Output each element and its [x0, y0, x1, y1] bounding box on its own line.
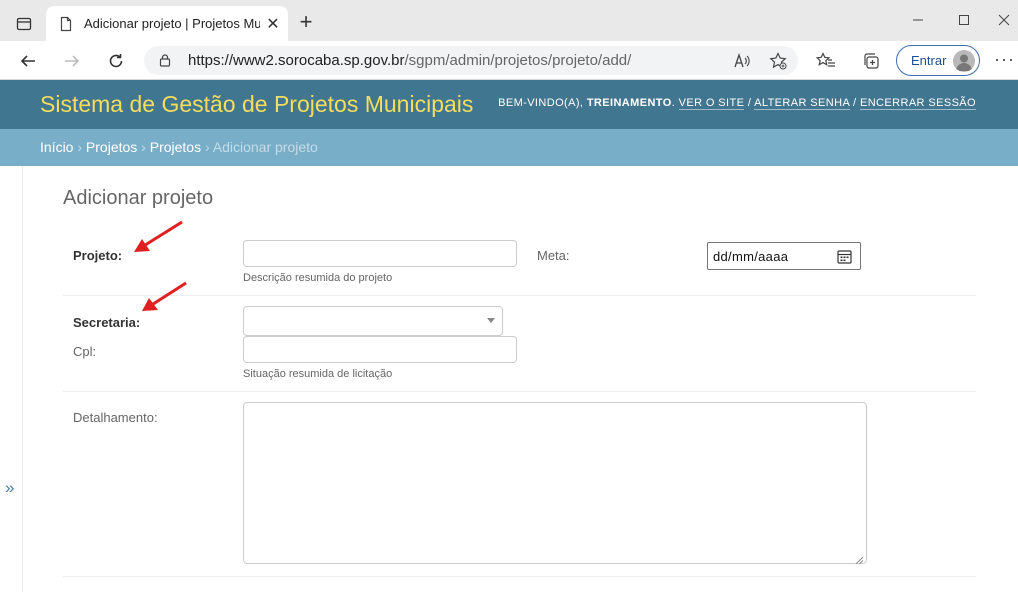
chevron-down-icon [487, 318, 495, 323]
tab-actions-icon[interactable] [12, 12, 36, 36]
breadcrumb-home[interactable]: Início [40, 139, 73, 155]
close-tab-button[interactable]: ✕ [264, 14, 282, 34]
add-favorite-icon[interactable] [768, 51, 788, 71]
annotation-arrow-projeto [134, 220, 183, 252]
user-tools-separator: / [849, 97, 860, 109]
url-text[interactable]: https://www2.sorocaba.sp.gov.br/sgpm/adm… [188, 52, 631, 69]
meta-date-placeholder: dd/mm/aaaa [713, 249, 789, 264]
page-icon [58, 16, 74, 32]
collections-icon[interactable] [859, 49, 883, 73]
read-aloud-icon[interactable] [732, 51, 752, 71]
breadcrumb-separator: › [137, 139, 150, 155]
browser-tab[interactable]: Adicionar projeto | Projetos Municipais … [46, 6, 288, 41]
url-bar[interactable]: https://www2.sorocaba.sp.gov.br/sgpm/adm… [144, 46, 798, 75]
user-tools: BEM-VINDO(A), TREINAMENTO. VER O SITE / … [498, 97, 976, 110]
logout-link[interactable]: ENCERRAR SESSÃO [859, 97, 976, 110]
url-host: https://www2.sorocaba.sp.gov.br [188, 52, 405, 69]
admin-header: Sistema de Gestão de Projetos Municipais… [0, 80, 1018, 129]
breadcrumb-separator: › [201, 139, 213, 155]
close-window-icon[interactable] [994, 10, 1014, 30]
sidebar-toggle-icon: » [5, 478, 15, 497]
breadcrumb: Início › Projetos › Projetos › Adicionar… [0, 129, 1018, 166]
user-tools-separator: / [744, 97, 755, 109]
cpl-help: Situação resumida de licitação [243, 368, 393, 380]
breadcrumb-separator: › [73, 139, 86, 155]
address-toolbar: https://www2.sorocaba.sp.gov.br/sgpm/adm… [0, 41, 1018, 80]
back-arrow-icon[interactable] [16, 49, 40, 73]
username: TREINAMENTO [586, 97, 672, 109]
sign-in-button[interactable]: Entrar [896, 45, 980, 76]
favorites-icon[interactable] [814, 49, 838, 73]
welcome-text: BEM-VINDO(A), [498, 97, 587, 109]
breadcrumb-model[interactable]: Projetos [150, 139, 201, 155]
browser-tab-bar: Adicionar projeto | Projetos Municipais … [0, 0, 1018, 41]
detalhamento-label: Detalhamento: [73, 410, 158, 425]
site-branding[interactable]: Sistema de Gestão de Projetos Municipais [40, 91, 473, 118]
new-tab-button[interactable]: + [296, 11, 316, 33]
form-row-secretaria-cpl [63, 296, 976, 392]
cpl-input[interactable] [243, 336, 517, 363]
nav-sidebar-toggle[interactable]: » [0, 166, 23, 592]
secretaria-select[interactable] [243, 306, 503, 336]
projeto-help: Descrição resumida do projeto [243, 272, 393, 284]
url-path: /sgpm/admin/projetos/projeto/add/ [404, 52, 632, 69]
more-options-button[interactable]: ··· [994, 49, 1015, 70]
change-password-link[interactable]: ALTERAR SENHA [754, 97, 850, 110]
lock-icon[interactable] [158, 53, 172, 67]
minimize-icon[interactable] [908, 10, 928, 30]
maximize-icon[interactable] [954, 10, 974, 30]
breadcrumb-current: Adicionar projeto [212, 139, 318, 155]
page-title: Adicionar projeto [63, 187, 214, 209]
meta-date-input[interactable]: dd/mm/aaaa [707, 242, 861, 270]
tab-title: Adicionar projeto | Projetos Municipais [84, 16, 260, 31]
detalhamento-textarea[interactable] [243, 402, 867, 565]
forward-arrow-icon[interactable] [60, 49, 84, 73]
projeto-input[interactable] [243, 240, 517, 267]
annotation-arrow-secretaria [142, 281, 187, 311]
secretaria-label: Secretaria: [73, 315, 141, 330]
sign-in-label: Entrar [911, 53, 947, 68]
calendar-icon[interactable] [837, 249, 852, 264]
resize-grip-icon[interactable] [855, 552, 864, 565]
cpl-label: Cpl: [73, 344, 97, 359]
view-site-link[interactable]: VER O SITE [678, 97, 745, 110]
profile-avatar-icon [953, 50, 975, 72]
breadcrumb-app[interactable]: Projetos [86, 139, 137, 155]
refresh-icon[interactable] [104, 49, 128, 73]
projeto-label: Projeto: [73, 248, 123, 263]
meta-label: Meta: [537, 248, 570, 263]
user-tools-separator: . [671, 97, 679, 109]
